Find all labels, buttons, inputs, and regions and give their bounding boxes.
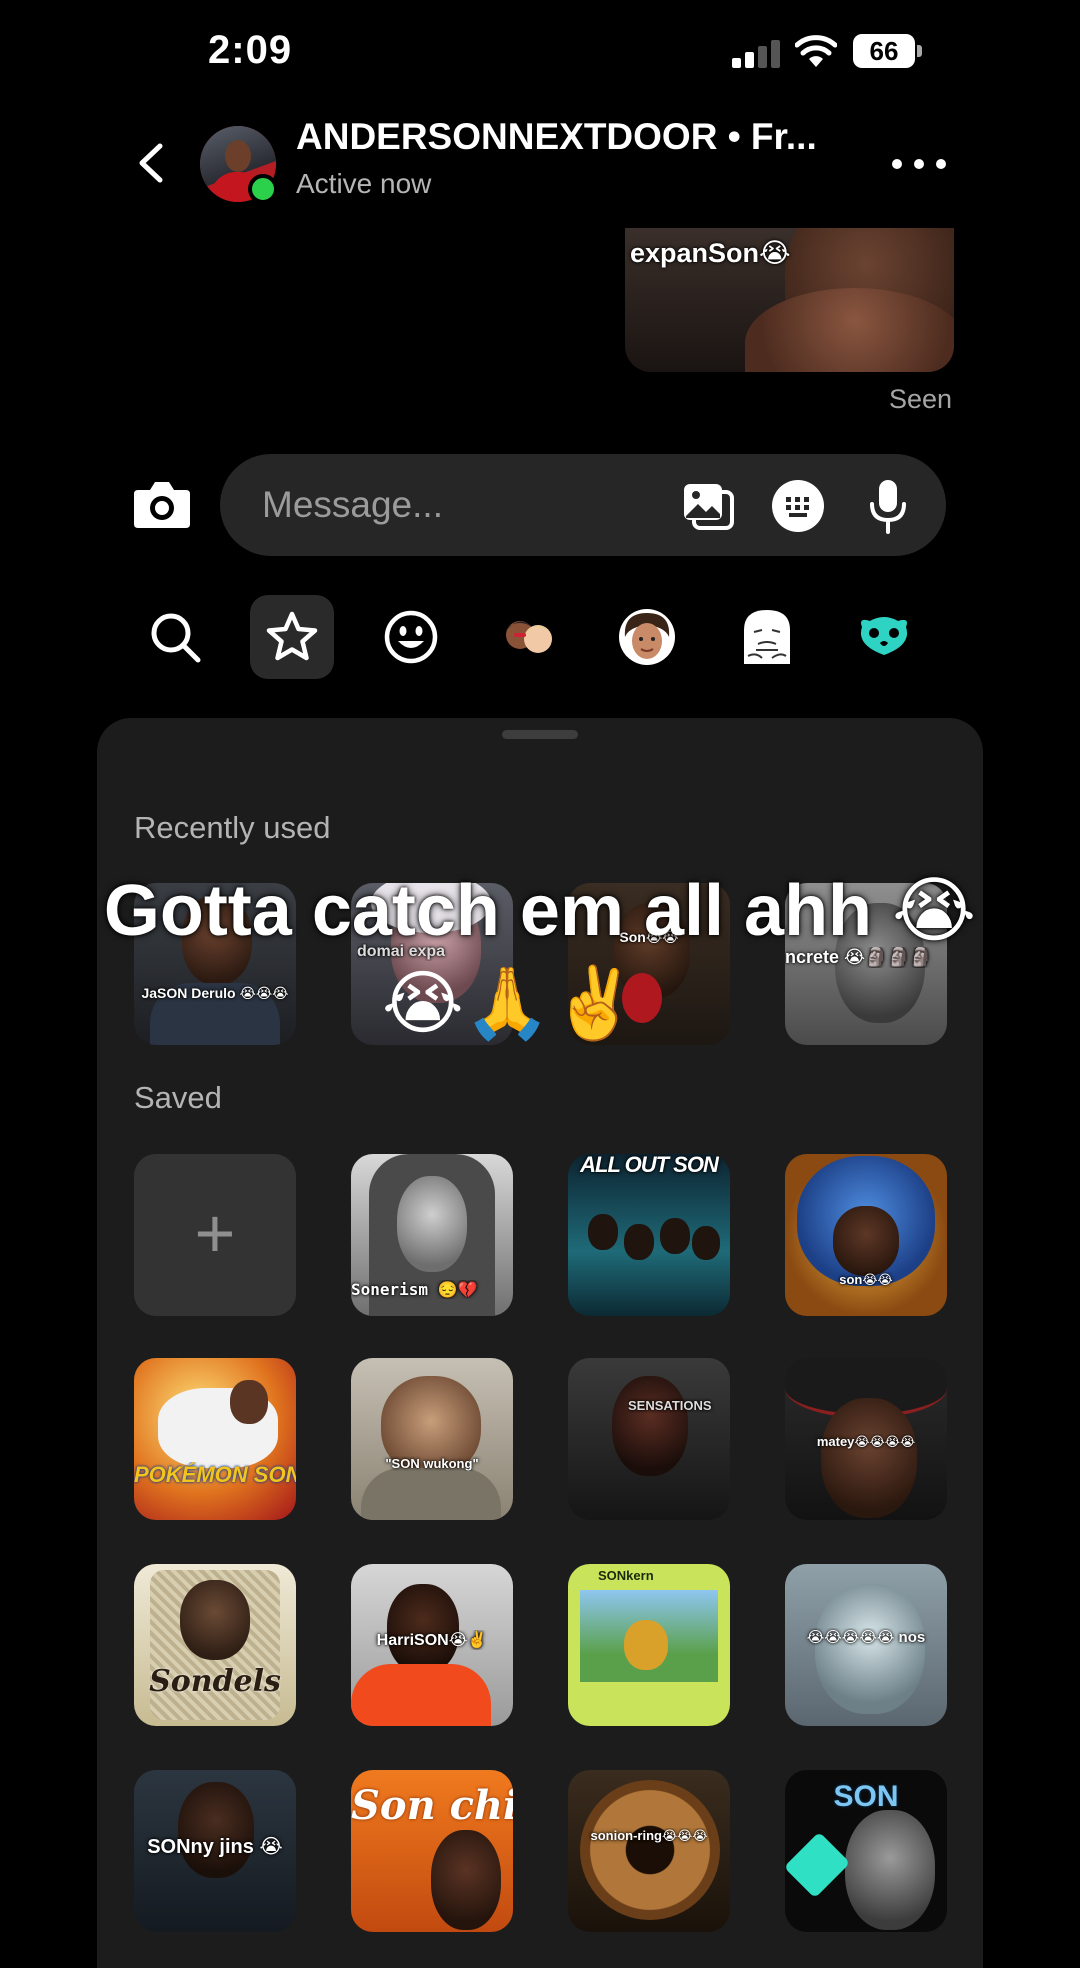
tab-ghost[interactable] [725, 595, 809, 679]
ghost-icon [744, 610, 790, 664]
status-bar: 2:09 66 [0, 0, 1080, 110]
saved-heading: Saved [134, 1080, 222, 1115]
microphone-icon[interactable] [868, 478, 908, 534]
saved-sticker[interactable]: SONkern [568, 1564, 730, 1726]
tab-search[interactable] [133, 595, 217, 679]
smiley-icon [384, 610, 438, 664]
video-overlay-caption: Gotta catch em all ahh 😭 [103, 871, 977, 951]
saved-sticker[interactable]: son😭😭 [785, 1154, 947, 1316]
sticker-caption: expanSon😭 [630, 238, 791, 268]
tab-emoji[interactable] [369, 595, 453, 679]
message-composer [220, 454, 946, 556]
star-icon [266, 611, 318, 661]
online-status-dot [248, 174, 278, 204]
chat-header: ANDERSONNEXTDOOR • Fr... Active now [0, 110, 1080, 220]
recently-used-heading: Recently used [134, 810, 331, 845]
saved-sticker[interactable]: 😭😭😭😭😭 nos [785, 1564, 947, 1726]
sticker-category-tabs [0, 595, 1080, 685]
tab-avatar-pair[interactable] [488, 595, 572, 679]
sent-sticker-message[interactable]: expanSon😭 [625, 228, 954, 372]
seen-receipt: Seen [889, 384, 953, 414]
contact-name[interactable]: ANDERSONNEXTDOOR • Fr... [296, 116, 817, 158]
saved-sticker[interactable]: SONny jins 😭 [134, 1770, 296, 1932]
tab-creature[interactable] [842, 595, 926, 679]
cellular-signal-icon [732, 38, 782, 68]
saved-sticker[interactable]: Sondels [134, 1564, 296, 1726]
saved-sticker[interactable]: SENSATIONS [568, 1358, 730, 1520]
contact-status: Active now [296, 168, 432, 199]
saved-sticker[interactable]: "SON wukong" [351, 1358, 513, 1520]
saved-sticker[interactable]: POKÉMON SON😭 [134, 1358, 296, 1520]
saved-sticker[interactable]: matey😭😭😭😭 [785, 1358, 947, 1520]
saved-sticker[interactable]: ALL OUT SON [568, 1154, 730, 1316]
saved-sticker[interactable]: Son chips [351, 1770, 513, 1932]
avatar-pair-icon [506, 621, 552, 653]
saved-sticker[interactable]: HarriSON😭✌️ [351, 1564, 513, 1726]
more-options-button[interactable] [892, 156, 948, 172]
camera-button[interactable] [132, 478, 192, 530]
status-time: 2:09 [208, 28, 293, 72]
video-overlay-emoji: 😭🙏✌️ [382, 962, 639, 1044]
gallery-icon[interactable] [682, 482, 736, 532]
tab-favorites[interactable] [250, 595, 334, 679]
search-icon [151, 613, 201, 663]
creature-icon [860, 617, 908, 655]
panel-drag-handle[interactable] [502, 730, 578, 739]
battery-level: 66 [853, 34, 915, 68]
message-input[interactable] [262, 482, 642, 528]
add-sticker-button[interactable]: + [134, 1154, 296, 1316]
back-button[interactable] [128, 138, 178, 188]
sticker-keyboard-icon[interactable] [772, 480, 824, 532]
battery-cap [917, 45, 922, 57]
saved-sticker[interactable]: sonion-ring😭😭😭 [568, 1770, 730, 1932]
avatar-icon [619, 609, 675, 665]
saved-sticker[interactable]: Sonerism 😔💔 [351, 1154, 513, 1316]
tab-avatar[interactable] [605, 595, 689, 679]
saved-sticker[interactable]: SON [785, 1770, 947, 1932]
wifi-icon [795, 35, 837, 67]
plus-icon: + [194, 1194, 236, 1272]
